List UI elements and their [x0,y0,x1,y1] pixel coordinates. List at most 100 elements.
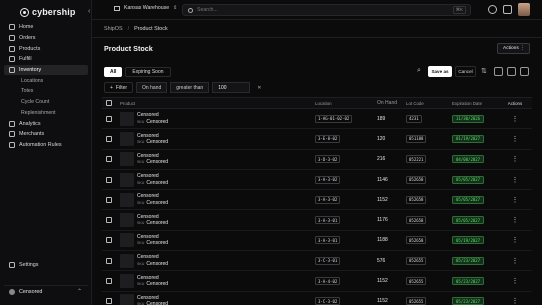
on-hand-value: 1176 [377,217,388,224]
breadcrumb-separator: / [127,26,130,32]
sidebar-settings[interactable]: Settings [4,260,88,271]
save-as-button[interactable]: Save as [428,66,452,77]
search-icon[interactable]: ⌕ [417,67,421,75]
more-vertical-icon[interactable]: ⋮ [505,297,525,305]
sidebar-item-automation-rules[interactable]: Automation Rules [4,140,88,151]
sidebar-item-settings[interactable]: Settings [4,260,88,271]
location-badge[interactable]: 1-AG-01-02-02 [315,114,353,123]
location-badge[interactable]: 3-A-3-01 [315,216,341,225]
row-checkbox[interactable] [106,257,112,264]
sidebar-subitem-totes[interactable]: Totes [4,86,88,97]
table-row[interactable]: Censored SKU Censored 3-A-3-02 1146 052658 05/… [102,170,532,191]
col-product[interactable]: Product [116,101,315,106]
col-expiration-date[interactable]: Expiration Date [452,101,505,106]
row-checkbox[interactable] [106,135,112,142]
warehouse-icon [114,5,120,11]
row-checkbox[interactable] [106,237,112,244]
sidebar-item-merchants[interactable]: Merchants [4,129,88,140]
location-badge[interactable]: 3-A-3-01 [315,236,341,245]
location-badge[interactable]: 3-A-3-02 [315,195,341,204]
col-location[interactable]: Location [315,101,377,106]
table-row[interactable]: Censored SKU Censored 3-A-3-01 1188 052658 05/… [102,231,532,252]
row-checkbox[interactable] [106,176,112,183]
user-switcher[interactable]: Censored ⌃ [4,285,88,297]
expiration-badge: 11/30/2026 [452,114,485,123]
row-checkbox[interactable] [106,278,112,285]
sidebar-subitem-locations[interactable]: Locations [4,75,88,86]
link-icon[interactable] [520,67,529,76]
filter-operator[interactable]: greater than [170,82,210,93]
product-thumbnail [120,213,134,228]
sidebar-subitem-replenishment[interactable]: Replenishment [4,108,88,119]
plus-icon: + [110,84,113,91]
tab-all[interactable]: All [104,67,123,77]
product-thumbnail [120,274,134,289]
chevron-left-icon[interactable]: ‹ [88,8,90,15]
cancel-button[interactable]: Cancel [455,66,476,77]
row-checkbox[interactable] [106,298,112,305]
location-badge[interactable]: 3-A-4-02 [315,277,341,286]
row-checkbox[interactable] [106,156,112,163]
sidebar-item-home[interactable]: Home [4,22,88,33]
product-thumbnail [120,233,134,248]
expiration-badge: 05/05/2027 [452,216,485,225]
more-vertical-icon[interactable]: ⋮ [505,236,525,244]
sidebar-item-label: Orders [19,35,36,42]
warehouse-selector[interactable]: Kansas Warehouse ⇕ [114,5,177,11]
avatar[interactable] [518,3,530,16]
global-search[interactable]: ⌘K [182,4,471,16]
table-row[interactable]: Censored SKU Censored 3-C-3-02 1152 052655 05/… [102,292,532,305]
sidebar-subitem-cycle-count[interactable]: Cycle Count [4,97,88,108]
more-vertical-icon[interactable]: ⋮ [505,176,525,184]
table-row[interactable]: Censored SKU Censored 3-C-3-01 576 052655 05/2… [102,251,532,272]
product-sku: Censored [146,301,169,305]
chevron-updown-icon: ⌃ [76,289,82,295]
sidebar-item-fulfill[interactable]: Fulfill [4,54,88,65]
more-vertical-icon[interactable]: ⋮ [505,277,525,285]
help-icon[interactable] [488,5,497,14]
sidebar-item-orders[interactable]: Orders [4,33,88,44]
more-vertical-icon[interactable]: ⋮ [505,155,525,163]
table-row[interactable]: Censored SKU Censored 3-A-3-02 1152 052658 05/… [102,190,532,211]
table-row[interactable]: Censored SKU Censored 3-A-3-01 1176 052658 05/… [102,210,532,231]
filter-button[interactable]: + Filter [104,82,134,93]
filter-field[interactable]: On hand [136,82,168,93]
location-badge[interactable]: 3-A-3-02 [315,175,341,184]
actions-button[interactable]: Actions ⋮ [497,43,530,54]
breadcrumb-root[interactable]: ShipOS [104,26,123,32]
tab-expiring-soon[interactable]: Expiring Soon [125,67,171,77]
col-on-hand[interactable]: On Hand [377,100,406,106]
search-input[interactable] [197,7,397,13]
sidebar-item-inventory[interactable]: Inventory [4,64,88,76]
table-row[interactable]: Censored SKU Censored 3-A-4-02 1152 052655 05/… [102,271,532,292]
more-vertical-icon[interactable]: ⋮ [505,216,525,224]
table-row[interactable]: Censored SKU Censored 3-E-8-02 120 051188 01/1… [102,129,532,150]
bell-icon[interactable] [503,5,512,14]
row-checkbox[interactable] [106,217,112,224]
columns-icon[interactable] [507,67,516,76]
filter-value-input[interactable]: 100 [212,82,251,93]
sort-icon[interactable]: ⇅ [481,67,490,76]
select-all-checkbox[interactable] [106,100,112,106]
more-vertical-icon[interactable]: ⋮ [505,135,525,143]
more-vertical-icon[interactable]: ⋮ [505,115,525,123]
view-tabs: All Expiring Soon [104,67,171,77]
col-lot-code[interactable]: Lot Code [406,101,452,106]
sidebar-item-analytics[interactable]: Analytics [4,118,88,129]
more-vertical-icon[interactable]: ⋮ [505,257,525,265]
location-badge[interactable]: 3-C-3-01 [315,256,341,265]
sidebar-item-products[interactable]: Products [4,43,88,54]
more-vertical-icon[interactable]: ⋮ [505,196,525,204]
close-icon[interactable]: ✕ [257,85,261,91]
refresh-icon[interactable] [494,67,503,76]
row-checkbox[interactable] [106,196,112,203]
location-badge[interactable]: 3-D-3-02 [315,155,341,164]
location-badge[interactable]: 3-C-3-02 [315,297,341,305]
table-row[interactable]: Censored SKU Censored 3-D-3-02 216 052221 04/0… [102,150,532,170]
location-badge[interactable]: 3-E-8-02 [315,134,341,143]
more-vertical-icon: ⋮ [520,46,525,51]
logo[interactable]: cybership [20,7,75,17]
row-checkbox[interactable] [106,115,112,122]
sidebar-item-label: Products [19,45,41,52]
table-row[interactable]: Censored SKU Censored 1-AG-01-02-02 189 4231 1… [102,109,532,130]
